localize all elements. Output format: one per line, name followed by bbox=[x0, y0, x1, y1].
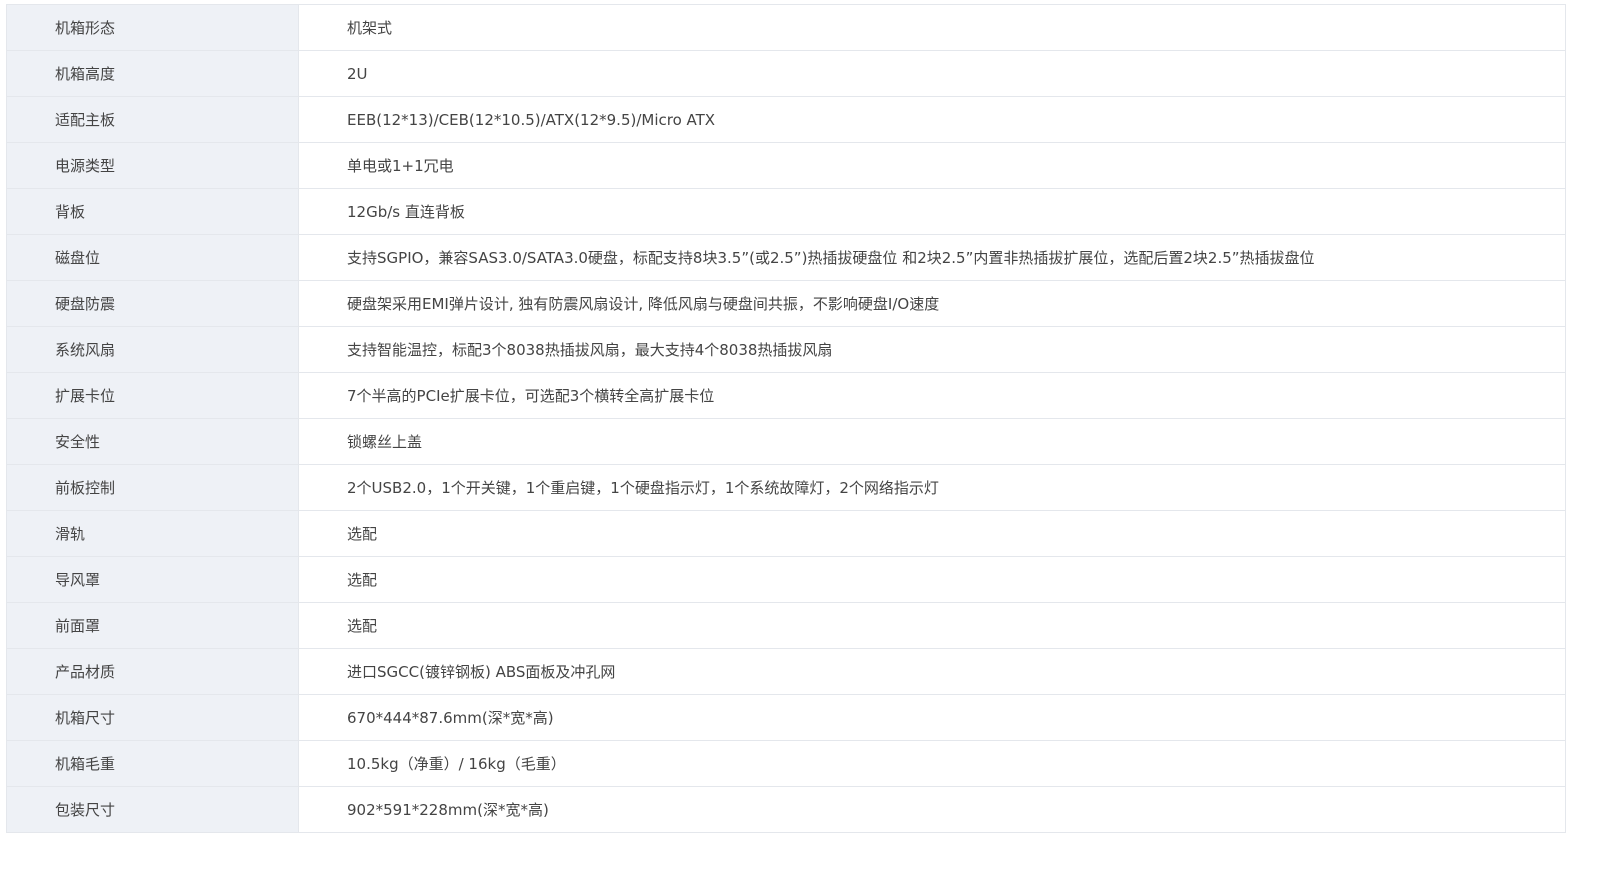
spec-value: 10.5kg（净重）/ 16kg（毛重） bbox=[298, 740, 1566, 787]
table-row: 滑轨 选配 bbox=[6, 510, 1566, 557]
spec-label: 电源类型 bbox=[6, 142, 299, 189]
spec-label: 机箱高度 bbox=[6, 50, 299, 97]
spec-value: EEB(12*13)/CEB(12*10.5)/ATX(12*9.5)/Micr… bbox=[298, 96, 1566, 143]
table-row: 安全性 锁螺丝上盖 bbox=[6, 418, 1566, 465]
spec-table-body: 机箱形态 机架式 机箱高度 2U 适配主板 EEB(12*13)/CEB(12*… bbox=[6, 4, 1566, 833]
spec-label: 适配主板 bbox=[6, 96, 299, 143]
spec-value: 选配 bbox=[298, 556, 1566, 603]
spec-value: 902*591*228mm(深*宽*高) bbox=[298, 786, 1566, 833]
spec-label: 系统风扇 bbox=[6, 326, 299, 373]
spec-value: 2U bbox=[298, 50, 1566, 97]
spec-label: 包装尺寸 bbox=[6, 786, 299, 833]
spec-value: 2个USB2.0，1个开关键，1个重启键，1个硬盘指示灯，1个系统故障灯，2个网… bbox=[298, 464, 1566, 511]
table-row: 背板 12Gb/s 直连背板 bbox=[6, 188, 1566, 235]
spec-label: 背板 bbox=[6, 188, 299, 235]
table-row: 硬盘防震 硬盘架采用EMI弹片设计, 独有防震风扇设计, 降低风扇与硬盘间共振，… bbox=[6, 280, 1566, 327]
spec-value: 选配 bbox=[298, 602, 1566, 649]
spec-value: 单电或1+1冗电 bbox=[298, 142, 1566, 189]
table-row: 扩展卡位 7个半高的PCIe扩展卡位，可选配3个横转全高扩展卡位 bbox=[6, 372, 1566, 419]
spec-label: 导风罩 bbox=[6, 556, 299, 603]
table-row: 机箱形态 机架式 bbox=[6, 4, 1566, 51]
table-row: 包装尺寸 902*591*228mm(深*宽*高) bbox=[6, 786, 1566, 833]
spec-label: 前板控制 bbox=[6, 464, 299, 511]
spec-value: 支持智能温控，标配3个8038热插拔风扇，最大支持4个8038热插拔风扇 bbox=[298, 326, 1566, 373]
spec-value: 7个半高的PCIe扩展卡位，可选配3个横转全高扩展卡位 bbox=[298, 372, 1566, 419]
table-row: 系统风扇 支持智能温控，标配3个8038热插拔风扇，最大支持4个8038热插拔风… bbox=[6, 326, 1566, 373]
table-row: 适配主板 EEB(12*13)/CEB(12*10.5)/ATX(12*9.5)… bbox=[6, 96, 1566, 143]
table-row: 导风罩 选配 bbox=[6, 556, 1566, 603]
table-row: 产品材质 进口SGCC(镀锌钢板) ABS面板及冲孔网 bbox=[6, 648, 1566, 695]
spec-label: 机箱形态 bbox=[6, 4, 299, 51]
spec-label: 硬盘防震 bbox=[6, 280, 299, 327]
spec-table: 机箱形态 机架式 机箱高度 2U 适配主板 EEB(12*13)/CEB(12*… bbox=[6, 4, 1566, 833]
table-row: 机箱毛重 10.5kg（净重）/ 16kg（毛重） bbox=[6, 740, 1566, 787]
spec-value: 锁螺丝上盖 bbox=[298, 418, 1566, 465]
spec-label: 前面罩 bbox=[6, 602, 299, 649]
spec-value: 12Gb/s 直连背板 bbox=[298, 188, 1566, 235]
spec-label: 扩展卡位 bbox=[6, 372, 299, 419]
spec-label: 产品材质 bbox=[6, 648, 299, 695]
table-row: 磁盘位 支持SGPIO，兼容SAS3.0/SATA3.0硬盘，标配支持8块3.5… bbox=[6, 234, 1566, 281]
spec-value: 670*444*87.6mm(深*宽*高) bbox=[298, 694, 1566, 741]
table-row: 前板控制 2个USB2.0，1个开关键，1个重启键，1个硬盘指示灯，1个系统故障… bbox=[6, 464, 1566, 511]
spec-label: 滑轨 bbox=[6, 510, 299, 557]
spec-label: 磁盘位 bbox=[6, 234, 299, 281]
spec-value: 支持SGPIO，兼容SAS3.0/SATA3.0硬盘，标配支持8块3.5”(或2… bbox=[298, 234, 1566, 281]
spec-value: 机架式 bbox=[298, 4, 1566, 51]
table-row: 前面罩 选配 bbox=[6, 602, 1566, 649]
table-row: 机箱尺寸 670*444*87.6mm(深*宽*高) bbox=[6, 694, 1566, 741]
table-row: 电源类型 单电或1+1冗电 bbox=[6, 142, 1566, 189]
spec-value: 硬盘架采用EMI弹片设计, 独有防震风扇设计, 降低风扇与硬盘间共振，不影响硬盘… bbox=[298, 280, 1566, 327]
spec-label: 机箱毛重 bbox=[6, 740, 299, 787]
spec-label: 安全性 bbox=[6, 418, 299, 465]
spec-value: 选配 bbox=[298, 510, 1566, 557]
spec-value: 进口SGCC(镀锌钢板) ABS面板及冲孔网 bbox=[298, 648, 1566, 695]
table-row: 机箱高度 2U bbox=[6, 50, 1566, 97]
spec-label: 机箱尺寸 bbox=[6, 694, 299, 741]
